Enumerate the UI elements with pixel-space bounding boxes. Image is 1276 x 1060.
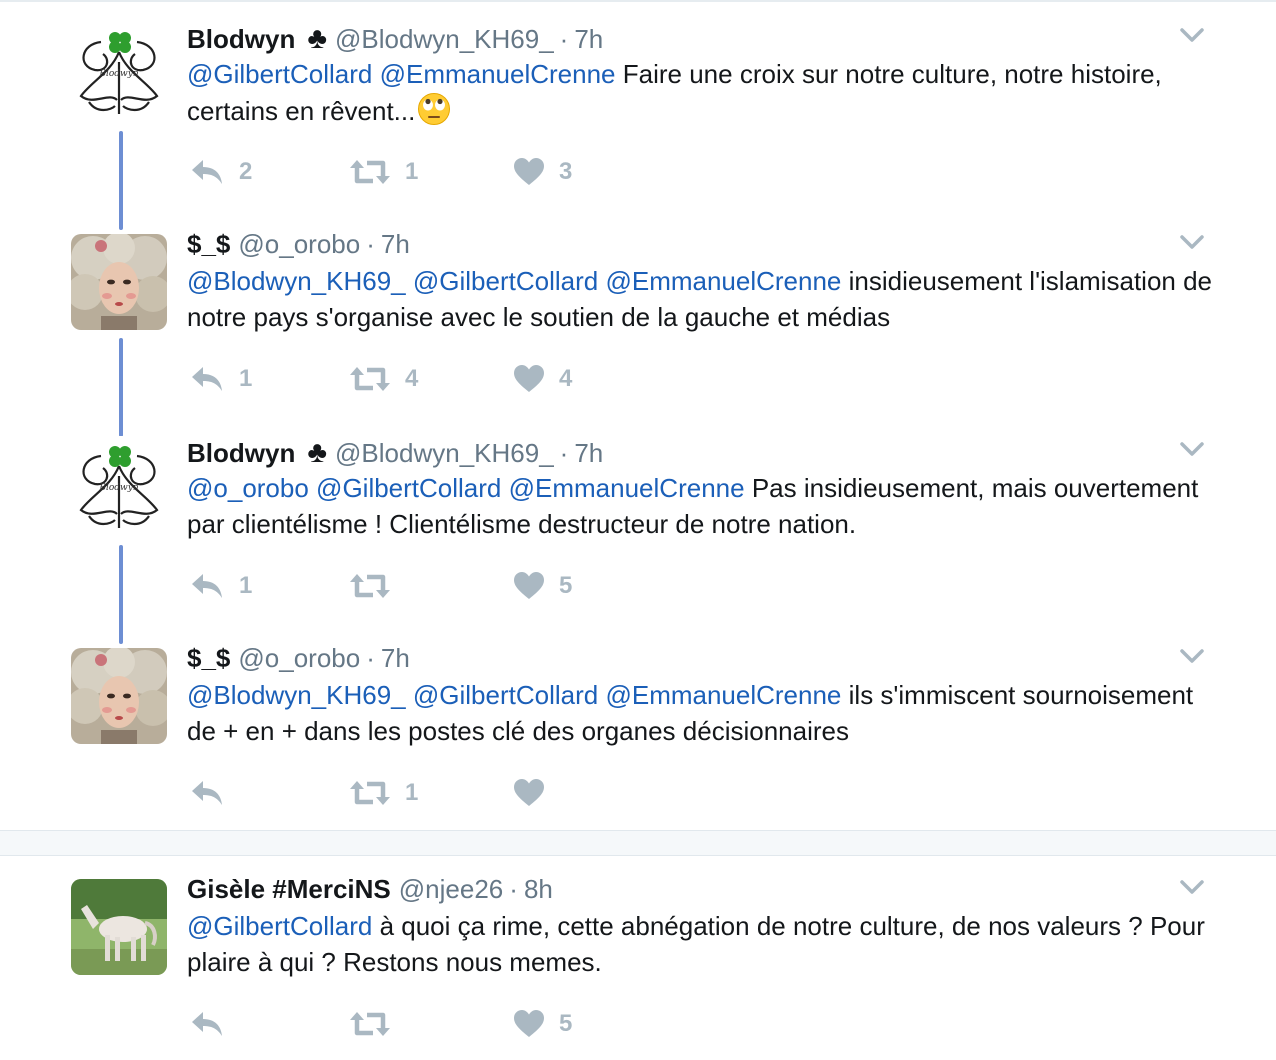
author-handle[interactable]: @njee26: [399, 874, 503, 905]
retweet-icon: [350, 1012, 390, 1036]
retweet-count: 1: [405, 779, 419, 806]
avatar[interactable]: [71, 648, 167, 744]
retweet-count: 4: [405, 365, 419, 392]
top-divider: [0, 0, 1276, 2]
chevron-down-icon[interactable]: [1178, 645, 1206, 667]
retweet-button[interactable]: [349, 1004, 405, 1044]
tweet[interactable]: $_$ @o_orobo · 7h @Blodwyn_KH69_ @Gilber…: [0, 643, 1276, 823]
reply-icon: [192, 574, 222, 598]
like-button[interactable]: 3: [513, 152, 572, 192]
tweet[interactable]: Blodwyn Blodwyn ♣ @Blodwyn_KH69_ · 7h @G…: [0, 22, 1276, 202]
mention-link[interactable]: @Blodwyn_KH69_: [187, 266, 406, 296]
avatar[interactable]: Blodwyn: [71, 436, 167, 532]
author-handle[interactable]: @Blodwyn_KH69_: [335, 24, 554, 55]
club-badge: ♣: [307, 22, 328, 55]
mention-link[interactable]: @EmmanuelCrenne: [380, 59, 616, 89]
heart-icon: [514, 158, 544, 185]
author-name[interactable]: Gisèle #MerciNS: [187, 874, 391, 905]
tweet[interactable]: $_$ @o_orobo · 7h @Blodwyn_KH69_ @Gilber…: [0, 229, 1276, 409]
separator-dot: ·: [509, 874, 518, 904]
tweet-text: @o_orobo @GilbertCollard @EmmanuelCrenne…: [187, 470, 1217, 542]
author-handle[interactable]: @o_orobo: [238, 229, 360, 260]
like-count: 5: [559, 572, 573, 599]
like-count: 3: [559, 158, 573, 185]
svg-text:Blodwyn: Blodwyn: [98, 69, 138, 79]
chevron-down-icon[interactable]: [1178, 876, 1206, 898]
tweet[interactable]: Gisèle #MerciNS @njee26 · 8h @GilbertCol…: [0, 874, 1276, 1054]
retweet-button[interactable]: 4: [349, 359, 418, 399]
reply-icon: [192, 781, 222, 805]
author-name[interactable]: Blodwyn: [187, 24, 295, 55]
retweet-icon: [350, 781, 390, 805]
author-name[interactable]: $_$: [187, 643, 230, 674]
reply-icon: [192, 160, 222, 184]
tweet-text: @GilbertCollard @EmmanuelCrenne Faire un…: [187, 56, 1217, 129]
tweet-text: @GilbertCollard à quoi ça rime, cette ab…: [187, 908, 1217, 980]
heart-icon: [514, 365, 544, 392]
mention-link[interactable]: @Blodwyn_KH69_: [187, 680, 406, 710]
reply-icon: [192, 1012, 222, 1036]
mention-link[interactable]: @GilbertCollard: [187, 911, 372, 941]
tweet[interactable]: Blodwyn Blodwyn ♣ @Blodwyn_KH69_ · 7h @o…: [0, 436, 1276, 616]
author-name[interactable]: Blodwyn: [187, 438, 295, 469]
like-button[interactable]: 5: [513, 1004, 572, 1044]
separator-dot: ·: [366, 643, 375, 673]
reply-count: 2: [239, 158, 253, 185]
reply-button[interactable]: 1: [189, 359, 252, 399]
avatar[interactable]: [71, 234, 167, 330]
timestamp[interactable]: 7h: [381, 643, 410, 674]
retweet-count: 1: [405, 158, 419, 185]
tweet-text: @Blodwyn_KH69_ @GilbertCollard @Emmanuel…: [187, 263, 1217, 335]
svg-text:Blodwyn: Blodwyn: [98, 483, 138, 493]
chevron-down-icon[interactable]: [1178, 24, 1206, 46]
heart-icon: [514, 779, 544, 806]
heart-icon: [514, 572, 544, 599]
author-name[interactable]: $_$: [187, 229, 230, 260]
like-count: 5: [559, 1010, 573, 1037]
author-handle[interactable]: @Blodwyn_KH69_: [335, 438, 554, 469]
mention-link[interactable]: @EmmanuelCrenne: [509, 473, 745, 503]
reply-count: 1: [239, 572, 253, 599]
chevron-down-icon[interactable]: [1178, 438, 1206, 460]
club-badge: ♣: [307, 436, 328, 469]
mention-link[interactable]: @EmmanuelCrenne: [605, 266, 841, 296]
separator-dot: ·: [366, 229, 375, 259]
reply-button[interactable]: 1: [189, 566, 252, 606]
reply-icon: [192, 367, 222, 391]
avatar[interactable]: Blodwyn: [71, 22, 167, 118]
timestamp[interactable]: 7h: [574, 24, 603, 55]
conversation-separator: [0, 830, 1276, 856]
heart-icon: [514, 1010, 544, 1037]
retweet-button[interactable]: 1: [349, 152, 418, 192]
mention-link[interactable]: @GilbertCollard: [316, 473, 501, 503]
retweet-icon: [350, 160, 390, 184]
separator-dot: ·: [559, 438, 569, 468]
reply-count: 1: [239, 365, 253, 392]
chevron-down-icon[interactable]: [1178, 231, 1206, 253]
like-button[interactable]: 4: [513, 359, 572, 399]
retweet-button[interactable]: [349, 566, 405, 606]
tweet-text: @Blodwyn_KH69_ @GilbertCollard @Emmanuel…: [187, 677, 1217, 749]
retweet-icon: [350, 574, 390, 598]
reply-button[interactable]: [189, 1004, 239, 1044]
face-with-rolling-eyes-icon: [418, 93, 451, 125]
reply-button[interactable]: [189, 773, 239, 813]
retweet-button[interactable]: 1: [349, 773, 418, 813]
mention-link[interactable]: @GilbertCollard: [413, 266, 598, 296]
mention-link[interactable]: @o_orobo: [187, 473, 309, 503]
author-handle[interactable]: @o_orobo: [238, 643, 360, 674]
separator-dot: ·: [559, 24, 569, 54]
avatar[interactable]: [71, 879, 167, 975]
like-count: 4: [559, 365, 573, 392]
like-button[interactable]: [513, 773, 559, 813]
timestamp[interactable]: 8h: [524, 874, 553, 905]
timestamp[interactable]: 7h: [574, 438, 603, 469]
mention-link[interactable]: @GilbertCollard: [187, 59, 372, 89]
mention-link[interactable]: @EmmanuelCrenne: [605, 680, 841, 710]
like-button[interactable]: 5: [513, 566, 572, 606]
mention-link[interactable]: @GilbertCollard: [413, 680, 598, 710]
retweet-icon: [350, 367, 390, 391]
timestamp[interactable]: 7h: [381, 229, 410, 260]
reply-button[interactable]: 2: [189, 152, 252, 192]
